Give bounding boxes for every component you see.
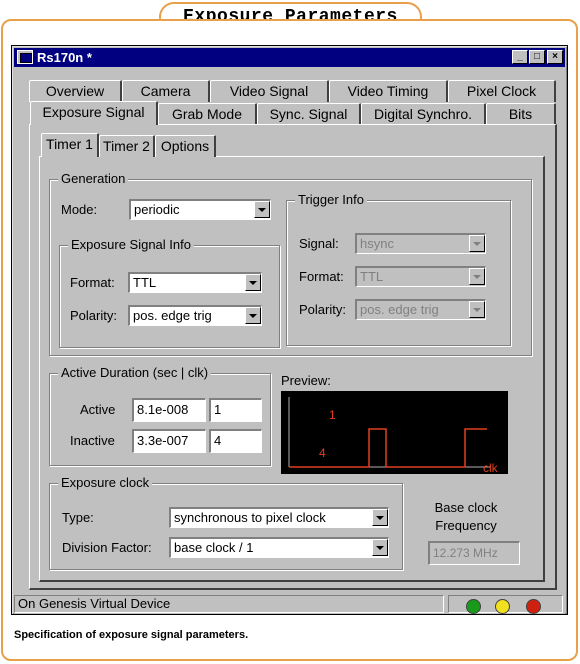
tab-bits[interactable]: Bits <box>486 103 556 125</box>
status-bar: On Genesis Virtual Device <box>14 594 565 614</box>
active-label: Active <box>80 402 116 417</box>
exposure-signal-info-title: Exposure Signal Info <box>68 237 194 253</box>
clock-type-value: synchronous to pixel clock <box>174 510 326 525</box>
chevron-down-icon[interactable] <box>245 307 261 324</box>
tab-camera[interactable]: Camera <box>122 80 210 102</box>
tab-exposure-signal[interactable]: Exposure Signal <box>30 101 158 125</box>
app-icon <box>17 50 33 64</box>
mode-value: periodic <box>134 202 180 217</box>
exposure-clock-title: Exposure clock <box>58 475 153 491</box>
clock-type-select[interactable]: synchronous to pixel clock <box>169 507 389 528</box>
app-window: Rs170n * _ □ × Overview Camera Video Sig… <box>11 45 568 615</box>
generation-title: Generation <box>58 171 129 187</box>
preview-low-label: 4 <box>319 446 326 460</box>
trigger-polarity-select[interactable]: pos. edge trig <box>355 299 486 320</box>
subtab-options[interactable]: Options <box>155 135 216 157</box>
tab-video-signal[interactable]: Video Signal <box>210 80 329 102</box>
division-factor-label: Division Factor: <box>62 540 152 555</box>
active-duration-group: Active Duration (sec | clk) Active 8.1e-… <box>49 365 271 466</box>
title-bar[interactable]: Rs170n * _ □ × <box>14 48 565 67</box>
trigger-polarity-label: Polarity: <box>299 302 346 317</box>
minimize-button[interactable]: _ <box>512 50 528 64</box>
window-title: Rs170n * <box>37 50 92 65</box>
preview-high-label: 1 <box>329 408 336 422</box>
tab-video-timing[interactable]: Video Timing <box>329 80 448 102</box>
mode-label: Mode: <box>61 202 98 217</box>
green-status-light-icon <box>466 599 481 614</box>
chevron-down-icon[interactable] <box>372 539 388 556</box>
trigger-info-title: Trigger Info <box>295 192 367 208</box>
active-sec-input[interactable]: 8.1e-008 <box>132 398 206 422</box>
chevron-down-icon[interactable] <box>372 509 388 526</box>
tab-sync-signal[interactable]: Sync. Signal <box>257 103 361 125</box>
exposure-clock-group: Exposure clock Type: synchronous to pixe… <box>49 475 403 570</box>
tab-pixel-clock[interactable]: Pixel Clock <box>448 80 556 102</box>
figure-caption: Specification of exposure signal paramet… <box>14 629 249 641</box>
format-select[interactable]: TTL <box>128 272 262 293</box>
exposure-signal-info-group: Exposure Signal Info Format: TTL Polarit… <box>59 237 280 348</box>
trigger-format-label: Format: <box>299 269 344 284</box>
format-value: TTL <box>133 275 157 290</box>
chevron-down-icon[interactable] <box>469 235 485 252</box>
type-label: Type: <box>62 510 94 525</box>
inactive-clk-input[interactable]: 4 <box>209 429 262 453</box>
preview-canvas: 1 4 clk <box>281 391 508 475</box>
red-status-light-icon <box>526 599 541 614</box>
inactive-label: Inactive <box>70 433 115 448</box>
preview-axis-label: clk <box>483 461 499 474</box>
chevron-down-icon[interactable] <box>245 274 261 291</box>
trigger-info-group: Trigger Info Signal: hsync Format: TTL P… <box>286 192 511 346</box>
active-duration-title: Active Duration (sec | clk) <box>58 365 212 381</box>
tab-overview[interactable]: Overview <box>29 80 122 102</box>
signal-label: Signal: <box>299 236 339 251</box>
close-button[interactable]: × <box>547 50 563 64</box>
tab-grab-mode[interactable]: Grab Mode <box>158 103 257 125</box>
division-factor-value: base clock / 1 <box>174 540 254 555</box>
maximize-button[interactable]: □ <box>529 50 545 64</box>
status-text: On Genesis Virtual Device <box>14 595 444 613</box>
timer-1-panel: Generation Mode: periodic Exposure Signa… <box>39 156 545 582</box>
division-factor-select[interactable]: base clock / 1 <box>169 537 389 558</box>
chevron-down-icon[interactable] <box>254 201 270 218</box>
trigger-format-select[interactable]: TTL <box>355 266 486 287</box>
polarity-label: Polarity: <box>70 308 117 323</box>
generation-group: Generation Mode: periodic Exposure Signa… <box>49 171 532 356</box>
trigger-format-value: TTL <box>360 269 384 284</box>
trigger-signal-value: hsync <box>360 236 394 251</box>
base-clock-frequency-field: 12.273 MHz <box>428 541 520 565</box>
base-clock-label: Base clock <box>434 500 498 515</box>
preview-label: Preview: <box>281 373 331 388</box>
yellow-status-light-icon <box>495 599 510 614</box>
preview-waveform: 1 4 clk <box>288 397 499 475</box>
frequency-label: Frequency <box>435 518 497 533</box>
chevron-down-icon[interactable] <box>469 301 485 318</box>
polarity-value: pos. edge trig <box>133 308 212 323</box>
tab-digital-synchro[interactable]: Digital Synchro. <box>361 103 486 125</box>
status-lights-panel <box>448 595 563 614</box>
polarity-select[interactable]: pos. edge trig <box>128 305 262 326</box>
subtab-timer-2[interactable]: Timer 2 <box>99 135 155 157</box>
trigger-polarity-value: pos. edge trig <box>360 302 439 317</box>
chevron-down-icon[interactable] <box>469 268 485 285</box>
mode-select[interactable]: periodic <box>129 199 271 220</box>
format-label: Format: <box>70 275 115 290</box>
subtab-timer-1[interactable]: Timer 1 <box>41 133 99 157</box>
inactive-sec-input[interactable]: 3.3e-007 <box>132 429 206 453</box>
trigger-signal-select[interactable]: hsync <box>355 233 486 254</box>
active-clk-input[interactable]: 1 <box>209 398 262 422</box>
